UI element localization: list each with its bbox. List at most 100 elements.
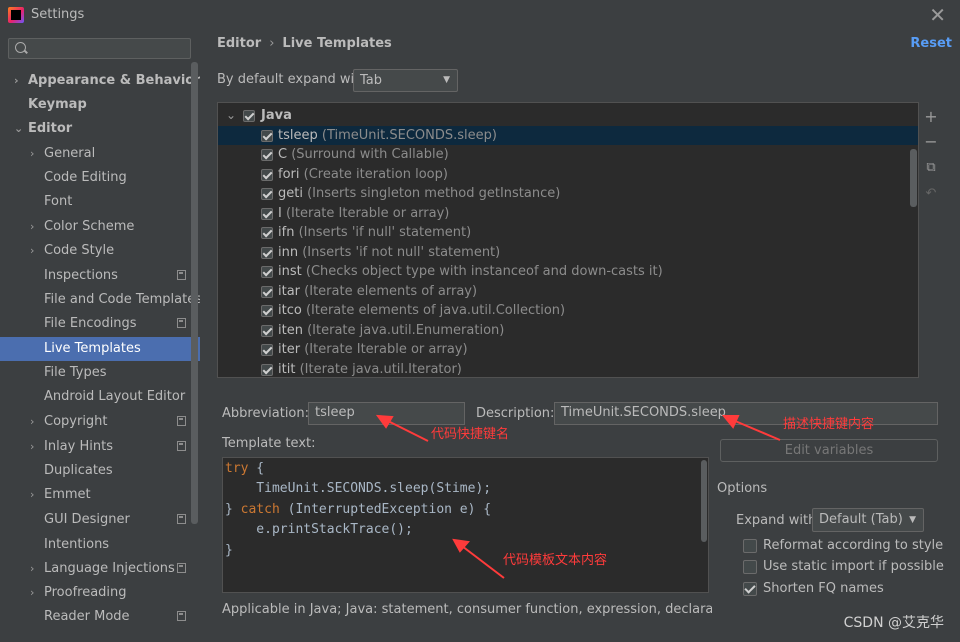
- template-row[interactable]: ifn (Inserts 'if null' statement): [218, 223, 918, 243]
- edit-variables-button[interactable]: Edit variables: [720, 439, 938, 462]
- template-row[interactable]: C (Surround with Callable): [218, 145, 918, 165]
- add-icon[interactable]: +: [923, 109, 939, 125]
- sidebar-item-appearance-behavior[interactable]: › Appearance & Behavior: [0, 69, 201, 93]
- sidebar-item-font[interactable]: Font: [0, 190, 200, 214]
- sidebar-item-emmet[interactable]: › Emmet: [0, 483, 200, 507]
- code-line: } catch (InterruptedException e) {: [225, 502, 491, 517]
- static-import-checkbox[interactable]: [743, 560, 757, 574]
- template-checkbox[interactable]: [261, 344, 273, 356]
- description-field[interactable]: TimeUnit.SECONDS.sleep: [554, 402, 938, 425]
- template-group-java[interactable]: ⌄ Java: [218, 106, 918, 126]
- code-line: }: [225, 543, 233, 558]
- shorten-fq-label: Shorten FQ names: [763, 581, 884, 596]
- sidebar-item-label: Emmet: [44, 487, 91, 502]
- breadcrumb-parent[interactable]: Editor: [217, 36, 261, 51]
- chevron-right-icon[interactable]: ›: [30, 557, 34, 581]
- sidebar-item-editor[interactable]: ⌄ Editor: [0, 117, 200, 141]
- template-row[interactable]: inn (Inserts 'if not null' statement): [218, 243, 918, 263]
- sidebar-scrollbar[interactable]: [191, 62, 198, 524]
- template-description: (Iterate java.util.Enumeration): [307, 322, 505, 338]
- project-scope-icon: [177, 441, 186, 451]
- template-checkbox[interactable]: [261, 363, 273, 376]
- sidebar-item-copyright[interactable]: › Copyright: [0, 410, 200, 434]
- template-checkbox[interactable]: [261, 188, 273, 200]
- sidebar-item-gui-designer[interactable]: GUI Designer: [0, 508, 200, 532]
- copy-icon[interactable]: ⧉: [923, 160, 939, 176]
- restore-icon[interactable]: ↶: [923, 186, 939, 202]
- sidebar-item-keymap[interactable]: Keymap: [0, 93, 200, 117]
- template-checkbox[interactable]: [261, 207, 273, 220]
- chevron-right-icon[interactable]: ›: [30, 581, 34, 605]
- list-scrollbar[interactable]: [910, 149, 917, 207]
- sidebar-item-live-templates[interactable]: Live Templates: [0, 337, 200, 361]
- template-checkbox[interactable]: [261, 246, 273, 259]
- sidebar-item-label: GUI Designer: [44, 512, 130, 527]
- sidebar-item-android-layout-editor[interactable]: Android Layout Editor: [0, 385, 200, 409]
- search-input[interactable]: [8, 38, 191, 59]
- chevron-down-icon[interactable]: ⌄: [14, 117, 23, 141]
- sidebar-item-label: Keymap: [28, 97, 87, 112]
- template-description: (Surround with Callable): [291, 147, 449, 162]
- template-row[interactable]: geti (Inserts singleton method getInstan…: [218, 184, 918, 204]
- expand-with-option-select[interactable]: Default (Tab) ▼: [812, 508, 924, 532]
- template-row[interactable]: itco (Iterate elements of java.util.Coll…: [218, 301, 918, 321]
- sidebar-item-inspections[interactable]: Inspections: [0, 264, 200, 288]
- chevron-right-icon[interactable]: ›: [30, 142, 34, 166]
- sidebar-item-file-encodings[interactable]: File Encodings: [0, 312, 200, 336]
- template-checkbox[interactable]: [261, 149, 273, 161]
- template-checkbox[interactable]: [261, 305, 273, 317]
- template-text-editor[interactable]: try { TimeUnit.SECONDS.sleep(Stime); } c…: [222, 457, 709, 593]
- abbreviation-field[interactable]: tsleep: [308, 402, 465, 425]
- template-checkbox[interactable]: [261, 285, 273, 298]
- sidebar-item-language-injections[interactable]: › Language Injections: [0, 557, 200, 581]
- template-row[interactable]: iten (Iterate java.util.Enumeration): [218, 321, 918, 341]
- sidebar-item-code-editing[interactable]: Code Editing: [0, 166, 200, 190]
- template-row[interactable]: I (Iterate Iterable or array): [218, 204, 918, 224]
- remove-icon[interactable]: −: [923, 134, 939, 150]
- sidebar-item-file-types[interactable]: File Types: [0, 361, 200, 385]
- reformat-checkbox[interactable]: [743, 539, 757, 553]
- chevron-right-icon[interactable]: ›: [14, 69, 19, 93]
- template-checkbox[interactable]: [261, 129, 273, 142]
- template-row[interactable]: itit (Iterate java.util.Iterator): [218, 360, 918, 378]
- template-row[interactable]: itar (Iterate elements of array): [218, 282, 918, 302]
- template-text-label: Template text:: [222, 436, 316, 451]
- shorten-fq-checkbox[interactable]: [743, 582, 757, 596]
- chevron-right-icon[interactable]: ›: [30, 239, 34, 263]
- reset-link[interactable]: Reset: [910, 36, 952, 51]
- close-icon[interactable]: ✕: [929, 3, 946, 27]
- template-row[interactable]: fori (Create iteration loop): [218, 165, 918, 185]
- sidebar-item-inlay-hints[interactable]: › Inlay Hints: [0, 435, 200, 459]
- sidebar-item-general[interactable]: › General: [0, 142, 200, 166]
- sidebar-item-duplicates[interactable]: Duplicates: [0, 459, 200, 483]
- group-checkbox[interactable]: [243, 110, 255, 122]
- sidebar-item-color-scheme[interactable]: › Color Scheme: [0, 215, 200, 239]
- expand-with-select[interactable]: Tab ▼: [353, 69, 458, 92]
- editor-scrollbar[interactable]: [701, 460, 707, 542]
- template-abbreviation: iter: [278, 342, 301, 357]
- template-row[interactable]: inst (Checks object type with instanceof…: [218, 262, 918, 282]
- sidebar-item-proofreading[interactable]: › Proofreading: [0, 581, 200, 605]
- template-checkbox[interactable]: [261, 168, 273, 181]
- chevron-right-icon[interactable]: ›: [30, 215, 34, 239]
- template-row[interactable]: iter (Iterate Iterable or array): [218, 340, 918, 360]
- sidebar-item-code-style[interactable]: › Code Style: [0, 239, 200, 263]
- templates-list[interactable]: ⌄ Java tsleep (TimeUnit.SECONDS.sleep) C …: [217, 102, 919, 378]
- applicable-contexts[interactable]: Applicable in Java; Java: statement, con…: [222, 602, 712, 617]
- sidebar-item-file-and-code-templates[interactable]: File and Code Templates: [0, 288, 202, 312]
- template-row[interactable]: tsleep (TimeUnit.SECONDS.sleep): [218, 125, 918, 145]
- template-checkbox[interactable]: [261, 324, 273, 337]
- template-abbreviation: itit: [278, 361, 296, 377]
- sidebar-item-reader-mode[interactable]: Reader Mode: [0, 605, 200, 629]
- template-description: (Iterate Iterable or array): [304, 342, 468, 357]
- chevron-down-icon[interactable]: ⌄: [226, 106, 236, 126]
- sidebar-item-intentions[interactable]: Intentions: [0, 533, 200, 557]
- sidebar-item-label: File and Code Templates: [44, 292, 202, 307]
- chevron-right-icon[interactable]: ›: [30, 410, 34, 434]
- sidebar-item-label: General: [44, 146, 96, 161]
- chevron-right-icon[interactable]: ›: [30, 435, 34, 459]
- chevron-right-icon[interactable]: ›: [30, 483, 34, 507]
- template-checkbox[interactable]: [261, 266, 273, 278]
- expand-with-option-label: Expand with: [736, 513, 817, 528]
- template-checkbox[interactable]: [261, 227, 273, 239]
